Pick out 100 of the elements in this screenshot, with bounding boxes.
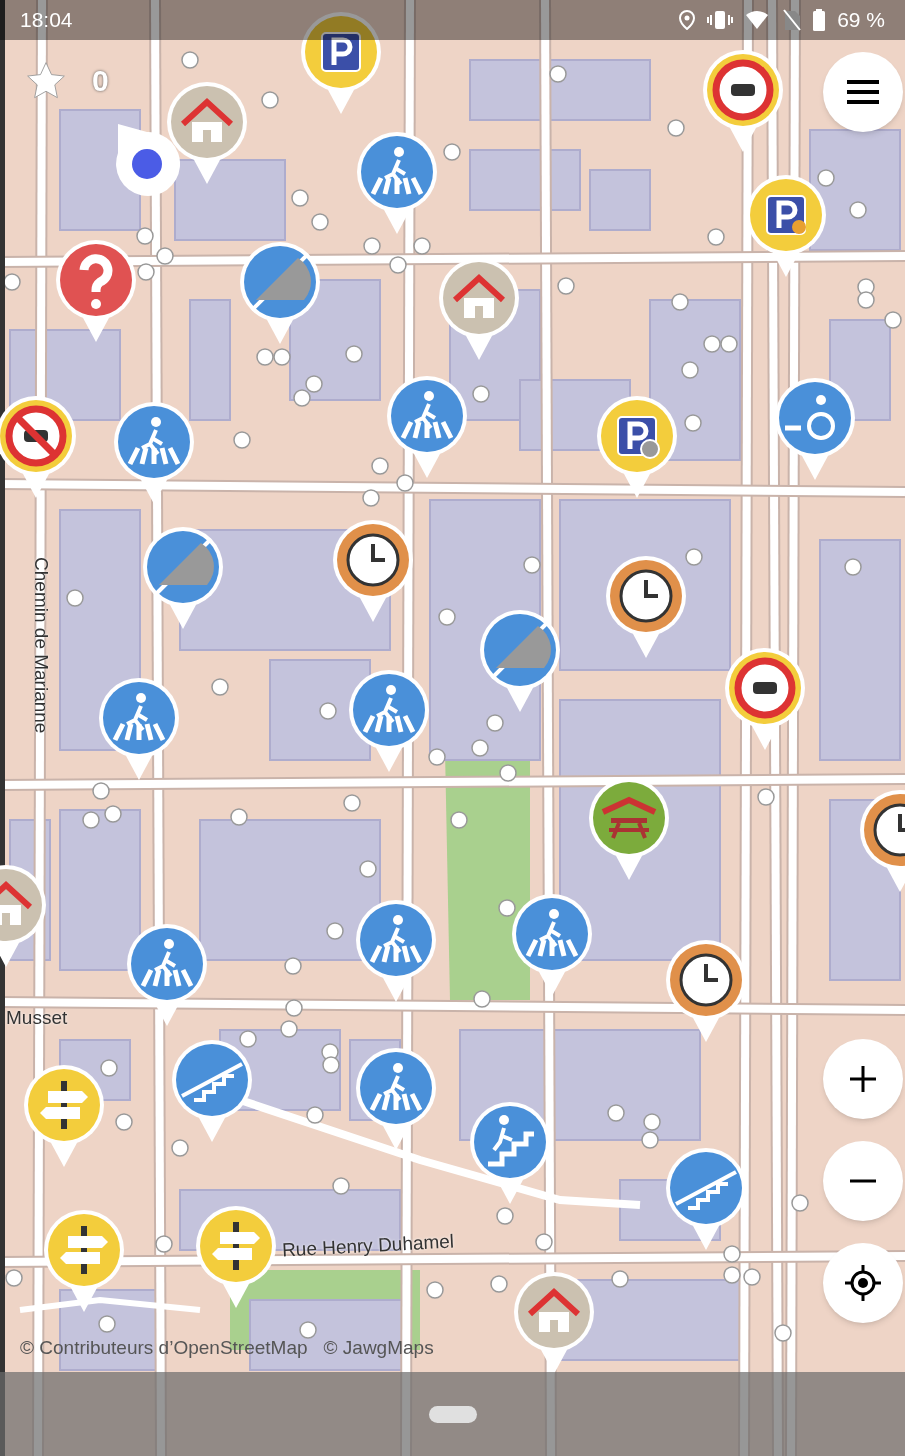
map-dot[interactable] — [743, 1268, 761, 1286]
map-dot[interactable] — [549, 65, 567, 83]
map-dot[interactable] — [498, 899, 516, 917]
map-dot[interactable] — [98, 1315, 116, 1333]
map-dot[interactable] — [82, 811, 100, 829]
nocar-pin-icon[interactable] — [725, 648, 805, 750]
crossing-pin-icon[interactable] — [99, 678, 179, 780]
map-dot[interactable] — [774, 1324, 792, 1342]
surface-pin-icon[interactable] — [143, 527, 223, 629]
map-dot[interactable] — [319, 702, 337, 720]
map-dot[interactable] — [136, 227, 154, 245]
map-dot[interactable] — [884, 311, 902, 329]
map-dot[interactable] — [389, 256, 407, 274]
parkfee-pin-icon[interactable] — [597, 396, 677, 498]
map-attribution[interactable]: © JawgMaps — [323, 1334, 434, 1363]
signpost-pin-icon[interactable] — [24, 1065, 104, 1167]
map-dot[interactable] — [473, 990, 491, 1008]
crossing-pin-icon[interactable] — [349, 670, 429, 772]
map-dot[interactable] — [306, 1106, 324, 1124]
map-dot[interactable] — [707, 228, 725, 246]
map-dot[interactable] — [557, 277, 575, 295]
map-dot[interactable] — [523, 556, 541, 574]
map-dot[interactable] — [720, 335, 738, 353]
map-dot[interactable] — [233, 431, 251, 449]
nocar-pin-icon[interactable] — [703, 50, 783, 152]
crossing-pin-icon[interactable] — [127, 924, 207, 1026]
map-dot[interactable] — [156, 247, 174, 265]
house-pin-icon[interactable] — [167, 82, 247, 184]
map-dot[interactable] — [426, 1281, 444, 1299]
map-dot[interactable] — [5, 1269, 23, 1287]
map-dot[interactable] — [671, 293, 689, 311]
map-dot[interactable] — [496, 1207, 514, 1225]
map-dot[interactable] — [92, 782, 110, 800]
map-dot[interactable] — [280, 1020, 298, 1038]
map-dot[interactable] — [371, 457, 389, 475]
clock-pin-icon[interactable] — [333, 520, 413, 622]
map-dot[interactable] — [438, 608, 456, 626]
map-dot[interactable] — [311, 213, 329, 231]
map-dot[interactable] — [844, 558, 862, 576]
map-dot[interactable] — [723, 1245, 741, 1263]
map-dot[interactable] — [359, 860, 377, 878]
map-dot[interactable] — [332, 1177, 350, 1195]
surface-pin-icon[interactable] — [480, 610, 560, 712]
wheelchair-pin-icon[interactable] — [775, 378, 855, 480]
map-dot[interactable] — [285, 999, 303, 1017]
parking-pin-icon[interactable] — [301, 12, 381, 114]
map-dot[interactable] — [684, 414, 702, 432]
crossing-pin-icon[interactable] — [356, 1048, 436, 1150]
map-dot[interactable] — [322, 1056, 340, 1074]
map-attribution[interactable]: © Contributeurs d’OpenStreetMap — [20, 1334, 308, 1363]
map-dot[interactable] — [273, 348, 291, 366]
map-dot[interactable] — [486, 714, 504, 732]
map-dot[interactable] — [443, 143, 461, 161]
map-dot[interactable] — [535, 1233, 553, 1251]
map-dot[interactable] — [396, 474, 414, 492]
map-dot[interactable] — [685, 548, 703, 566]
map-dot[interactable] — [667, 119, 685, 137]
map-dot[interactable] — [817, 169, 835, 187]
map-dot[interactable] — [471, 739, 489, 757]
map-dot[interactable] — [490, 1275, 508, 1293]
clock-pin-icon[interactable] — [860, 790, 905, 892]
map-dot[interactable] — [849, 201, 867, 219]
crossing-pin-icon[interactable] — [357, 132, 437, 234]
surface-pin-icon[interactable] — [240, 242, 320, 344]
map-dot[interactable] — [681, 361, 699, 379]
map-dot[interactable] — [611, 1270, 629, 1288]
house-pin-icon[interactable] — [0, 865, 46, 967]
map-dot[interactable] — [299, 1321, 317, 1339]
map-dot[interactable] — [104, 805, 122, 823]
crossing-pin-icon[interactable] — [387, 376, 467, 478]
steps-pin-icon[interactable] — [172, 1040, 252, 1142]
map-dot[interactable] — [261, 91, 279, 109]
map-dot[interactable] — [643, 1113, 661, 1131]
crossing-pin-icon[interactable] — [512, 894, 592, 996]
map-dot[interactable] — [326, 922, 344, 940]
clock-pin-icon[interactable] — [606, 556, 686, 658]
map-dot[interactable] — [499, 764, 517, 782]
map-dot[interactable] — [181, 51, 199, 69]
signpost-pin-icon[interactable] — [44, 1210, 124, 1312]
map-dot[interactable] — [791, 1194, 809, 1212]
map-dot[interactable] — [291, 189, 309, 207]
question-pin-icon[interactable] — [56, 240, 136, 342]
map-dot[interactable] — [293, 389, 311, 407]
home-handle[interactable] — [428, 1405, 477, 1423]
map-dot[interactable] — [115, 1113, 133, 1131]
map-dot[interactable] — [345, 345, 363, 363]
map-dot[interactable] — [607, 1104, 625, 1122]
map-dot[interactable] — [362, 489, 380, 507]
map-dot[interactable] — [305, 375, 323, 393]
signpost-pin-icon[interactable] — [196, 1206, 276, 1308]
nocar-pin-icon[interactable] — [0, 396, 76, 498]
crossing-pin-icon[interactable] — [114, 402, 194, 504]
map-dot[interactable] — [363, 237, 381, 255]
map-dot[interactable] — [155, 1235, 173, 1253]
map-dot[interactable] — [239, 1030, 257, 1048]
map-dot[interactable] — [450, 811, 468, 829]
map-dot[interactable] — [211, 678, 229, 696]
map-dot[interactable] — [284, 957, 302, 975]
map-dot[interactable] — [171, 1139, 189, 1157]
map-dot[interactable] — [343, 794, 361, 812]
